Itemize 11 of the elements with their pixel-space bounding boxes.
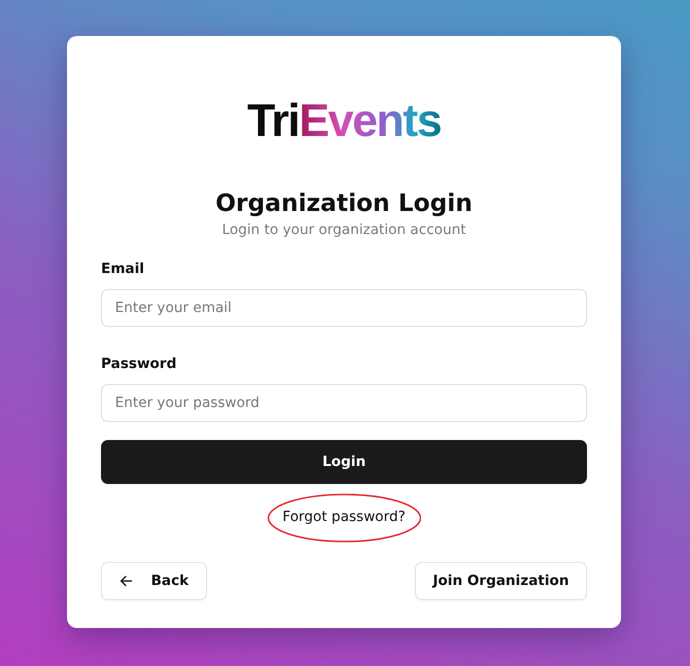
page-subtitle: Login to your organization account [221,221,467,239]
forgot-password-link[interactable]: Forgot password? [280,508,408,526]
field-label: Password [101,355,178,373]
input-field[interactable]: Enter your email [101,289,587,327]
back-button[interactable]: Back [101,562,207,600]
page-title: Organization Login [214,188,474,218]
input-field[interactable]: Enter your password [101,384,587,422]
login-button[interactable]: Login [101,440,587,484]
back-arrow-icon [119,574,133,588]
join-organization-button[interactable]: Join Organization [414,562,587,600]
field-label: Email [101,260,146,278]
